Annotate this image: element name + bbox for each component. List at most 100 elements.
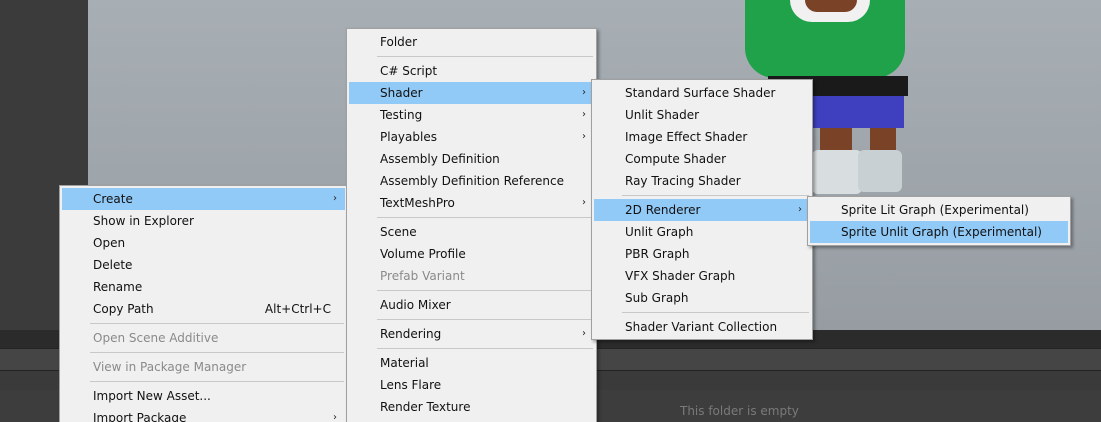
menu-item-render-texture[interactable]: Render Texture (349, 396, 594, 418)
character-face (805, 0, 857, 12)
menu-item-import-new-asset[interactable]: Import New Asset... (62, 385, 345, 407)
character-shoe-left (812, 150, 862, 194)
chevron-right-icon: › (582, 131, 586, 142)
menu-separator (90, 381, 344, 382)
menu-item-playables[interactable]: Playables › (349, 126, 594, 148)
menu-item-label: Material (380, 356, 429, 370)
menu-item-label: Shader Variant Collection (625, 320, 778, 334)
menu-item-volume-profile[interactable]: Volume Profile (349, 243, 594, 265)
chevron-right-icon: › (798, 204, 802, 215)
menu-item-textmeshpro[interactable]: TextMeshPro › (349, 192, 594, 214)
menu-item-label: Prefab Variant (380, 269, 465, 283)
menu-item-folder[interactable]: Folder (349, 31, 594, 53)
menu-item-label: PBR Graph (625, 247, 690, 261)
menu-item-label: Assembly Definition Reference (380, 174, 565, 188)
menu-item-label: Delete (93, 258, 133, 272)
menu-item-vfx-shader-graph[interactable]: VFX Shader Graph (594, 265, 810, 287)
menu-item-label: Assembly Definition (380, 152, 500, 166)
menu-item-label: Import New Asset... (93, 389, 211, 403)
menu-item-label: Sprite Unlit Graph (Experimental) (841, 225, 1042, 239)
renderer-2d-submenu: Sprite Lit Graph (Experimental) Sprite U… (807, 196, 1071, 246)
chevron-right-icon: › (582, 197, 586, 208)
menu-item-open[interactable]: Open (62, 232, 345, 254)
menu-item-label: Sprite Lit Graph (Experimental) (841, 203, 1029, 217)
menu-separator (377, 56, 593, 57)
menu-item-label: Create (93, 192, 133, 206)
menu-separator (377, 217, 593, 218)
menu-item-delete[interactable]: Delete (62, 254, 345, 276)
menu-item-shader-variant-collection[interactable]: Shader Variant Collection (594, 316, 810, 338)
menu-item-label: Lens Flare (380, 378, 442, 392)
character-shoe-right (858, 150, 902, 192)
menu-item-scene[interactable]: Scene (349, 221, 594, 243)
menu-item-material[interactable]: Material (349, 352, 594, 374)
context-menu: Create › Show in Explorer Open Delete Re… (59, 185, 348, 422)
menu-item-label: Standard Surface Shader (625, 86, 776, 100)
menu-item-rendering[interactable]: Rendering › (349, 323, 594, 345)
chevron-right-icon: › (582, 87, 586, 98)
menu-item-show-in-explorer[interactable]: Show in Explorer (62, 210, 345, 232)
menu-item-label: View in Package Manager (93, 360, 247, 374)
menu-item-label: Testing (380, 108, 423, 122)
menu-separator (377, 348, 593, 349)
menu-item-compute-shader[interactable]: Compute Shader (594, 148, 810, 170)
chevron-right-icon: › (582, 109, 586, 120)
menu-item-ray-tracing-shader[interactable]: Ray Tracing Shader (594, 170, 810, 192)
empty-folder-message: This folder is empty (680, 404, 799, 418)
menu-item-create[interactable]: Create › (62, 188, 345, 210)
menu-item-pbr-graph[interactable]: PBR Graph (594, 243, 810, 265)
menu-item-label: VFX Shader Graph (625, 269, 736, 283)
menu-item-label: C# Script (380, 64, 438, 78)
menu-item-label: Unlit Shader (625, 108, 700, 122)
menu-item-unlit-shader[interactable]: Unlit Shader (594, 104, 810, 126)
menu-item-testing[interactable]: Testing › (349, 104, 594, 126)
chevron-right-icon: › (333, 412, 337, 422)
menu-separator (377, 319, 593, 320)
menu-item-label: Open Scene Additive (93, 331, 219, 345)
menu-separator (90, 323, 344, 324)
menu-item-label: Sub Graph (625, 291, 689, 305)
menu-item-image-effect-shader[interactable]: Image Effect Shader (594, 126, 810, 148)
menu-item-label: Unlit Graph (625, 225, 694, 239)
menu-item-label: Shader (380, 86, 423, 100)
menu-item-audio-mixer[interactable]: Audio Mixer (349, 294, 594, 316)
menu-item-label: Rename (93, 280, 143, 294)
create-submenu: Folder C# Script Shader › Testing › Play… (346, 28, 597, 422)
menu-item-view-in-package-manager: View in Package Manager (62, 356, 345, 378)
menu-item-sub-graph[interactable]: Sub Graph (594, 287, 810, 309)
menu-item-label: 2D Renderer (625, 203, 701, 217)
menu-item-label: Scene (380, 225, 417, 239)
menu-item-label: Open (93, 236, 126, 250)
menu-item-label: Copy Path (93, 302, 154, 316)
chevron-right-icon: › (582, 328, 586, 339)
menu-item-2d-renderer[interactable]: 2D Renderer › (594, 199, 810, 221)
menu-item-label: TextMeshPro (380, 196, 455, 210)
menu-item-assembly-definition-reference[interactable]: Assembly Definition Reference (349, 170, 594, 192)
menu-item-lens-flare[interactable]: Lens Flare (349, 374, 594, 396)
menu-item-label: Folder (380, 35, 418, 49)
menu-item-label: Import Package (93, 411, 187, 422)
menu-item-standard-surface-shader[interactable]: Standard Surface Shader (594, 82, 810, 104)
menu-item-copy-path[interactable]: Copy Path Alt+Ctrl+C (62, 298, 345, 320)
menu-item-csharp-script[interactable]: C# Script (349, 60, 594, 82)
menu-item-label: Audio Mixer (380, 298, 451, 312)
menu-separator (622, 312, 809, 313)
menu-item-prefab-variant: Prefab Variant (349, 265, 594, 287)
menu-item-label: Rendering (380, 327, 442, 341)
menu-item-label: Playables (380, 130, 437, 144)
menu-item-label: Compute Shader (625, 152, 727, 166)
menu-item-assembly-definition[interactable]: Assembly Definition (349, 148, 594, 170)
shortcut-label: Alt+Ctrl+C (264, 302, 331, 316)
menu-item-unlit-graph[interactable]: Unlit Graph (594, 221, 810, 243)
menu-item-label: Render Texture (380, 400, 471, 414)
menu-item-shader[interactable]: Shader › (349, 82, 594, 104)
menu-item-label: Show in Explorer (93, 214, 194, 228)
menu-item-sprite-lit-graph[interactable]: Sprite Lit Graph (Experimental) (810, 199, 1068, 221)
menu-item-rename[interactable]: Rename (62, 276, 345, 298)
menu-item-sprite-unlit-graph[interactable]: Sprite Unlit Graph (Experimental) (810, 221, 1068, 243)
menu-item-open-scene-additive: Open Scene Additive (62, 327, 345, 349)
menu-item-label: Ray Tracing Shader (625, 174, 741, 188)
menu-separator (90, 352, 344, 353)
menu-separator (622, 195, 809, 196)
menu-item-import-package[interactable]: Import Package › (62, 407, 345, 422)
